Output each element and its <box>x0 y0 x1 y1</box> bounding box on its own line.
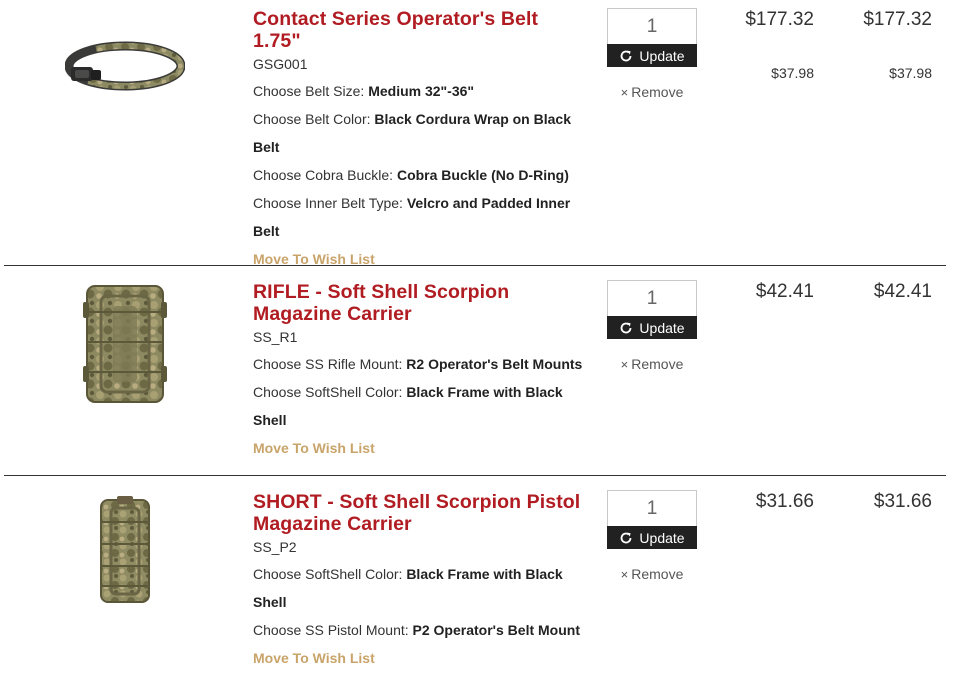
product-thumbnail-rifle-carrier[interactable] <box>40 282 210 406</box>
unit-price: $42.41 <box>755 281 814 302</box>
option-value: R2 Operator's Belt Mounts <box>406 356 583 372</box>
quantity-control: Update ×Remove <box>607 280 697 372</box>
magazine-carrier-image <box>83 285 167 403</box>
magazine-carrier-image <box>100 496 150 603</box>
option-label: Choose Cobra Buckle: <box>253 167 394 183</box>
product-option: Choose Belt Size: Medium 32"-36" <box>253 77 583 105</box>
close-icon: × <box>620 357 629 372</box>
product-info: SHORT - Soft Shell Scorpion Pistol Magaz… <box>253 491 583 672</box>
remove-link[interactable]: × Remove <box>607 356 697 372</box>
product-options: Choose SS Rifle Mount: R2 Operator's Bel… <box>253 350 583 434</box>
cart-item: RIFLE - Soft Shell Scorpion Magazine Car… <box>0 266 960 476</box>
total-price: $31.66 <box>873 491 932 512</box>
update-button[interactable]: Update <box>607 526 697 549</box>
quantity-input[interactable] <box>607 280 697 316</box>
close-icon: × <box>620 85 629 100</box>
product-sku: SS_R1 <box>253 329 298 345</box>
refresh-icon <box>621 50 632 61</box>
option-label: Choose SS Rifle Mount: <box>253 356 403 372</box>
total-price: $177.32 <box>863 9 932 30</box>
quantity-control: Update ×Remove <box>607 8 697 100</box>
option-label: Choose SS Pistol Mount: <box>253 622 409 638</box>
total-price: $42.41 <box>873 281 932 302</box>
product-info: RIFLE - Soft Shell Scorpion Magazine Car… <box>253 281 583 462</box>
option-value: P2 Operator's Belt Mount <box>412 622 580 638</box>
cart-item: SHORT - Soft Shell Scorpion Pistol Magaz… <box>0 476 960 676</box>
option-label: Choose Belt Color: <box>253 111 371 127</box>
unit-price: $31.66 <box>755 491 814 512</box>
move-to-wishlist-link[interactable]: Move To Wish List <box>253 644 583 672</box>
product-option: Choose SS Rifle Mount: R2 Operator's Bel… <box>253 350 583 378</box>
option-label: Choose Belt Size: <box>253 83 365 99</box>
product-option: Choose Inner Belt Type: Velcro and Padde… <box>253 189 583 245</box>
update-label: Update <box>639 319 685 336</box>
move-to-wishlist-link[interactable]: Move To Wish List <box>253 434 583 462</box>
update-button[interactable]: Update <box>607 44 697 67</box>
remove-link[interactable]: × Remove <box>607 84 697 100</box>
update-button[interactable]: Update <box>607 316 697 339</box>
refresh-icon <box>621 322 632 333</box>
close-icon: × <box>620 567 629 582</box>
product-options: Choose SoftShell Color: Black Frame with… <box>253 560 583 644</box>
update-label: Update <box>639 47 685 64</box>
remove-label: Remove <box>631 356 684 372</box>
product-option: Choose Cobra Buckle: Cobra Buckle (No D-… <box>253 161 583 189</box>
product-options: Choose Belt Size: Medium 32"-36" Choose … <box>253 77 583 245</box>
belt-image <box>65 41 185 91</box>
product-thumbnail-belt[interactable] <box>40 32 210 98</box>
remove-link[interactable]: × Remove <box>607 566 697 582</box>
product-sku: GSG001 <box>253 56 308 72</box>
product-name-link[interactable]: SHORT - Soft Shell Scorpion Pistol Magaz… <box>253 491 583 535</box>
unit-price: $177.32 <box>745 9 814 30</box>
option-label: Choose Inner Belt Type: <box>253 195 403 211</box>
refresh-icon <box>621 532 632 543</box>
product-name-link[interactable]: RIFLE - Soft Shell Scorpion Magazine Car… <box>253 281 583 325</box>
product-option: Choose Belt Color: Black Cordura Wrap on… <box>253 105 583 161</box>
quantity-control: Update ×Remove <box>607 490 697 582</box>
option-label: Choose SoftShell Color: <box>253 384 403 400</box>
product-option: Choose SS Pistol Mount: P2 Operator's Be… <box>253 616 583 644</box>
product-name-link[interactable]: Contact Series Operator's Belt 1.75" <box>253 8 583 52</box>
product-option: Choose SoftShell Color: Black Frame with… <box>253 560 583 616</box>
total-sub-price: $37.98 <box>889 65 932 81</box>
quantity-input[interactable] <box>607 8 697 44</box>
product-sku: SS_P2 <box>253 539 297 555</box>
cart-item: Contact Series Operator's Belt 1.75" GSG… <box>0 0 960 267</box>
option-value: Cobra Buckle (No D-Ring) <box>396 167 569 183</box>
remove-label: Remove <box>631 84 684 100</box>
option-label: Choose SoftShell Color: <box>253 566 403 582</box>
update-label: Update <box>639 529 685 546</box>
unit-sub-price: $37.98 <box>771 65 814 81</box>
remove-label: Remove <box>631 566 684 582</box>
product-option: Choose SoftShell Color: Black Frame with… <box>253 378 583 434</box>
option-value: Medium 32"-36" <box>368 83 475 99</box>
product-info: Contact Series Operator's Belt 1.75" GSG… <box>253 8 583 273</box>
product-thumbnail-pistol-carrier[interactable] <box>40 494 210 606</box>
quantity-input[interactable] <box>607 490 697 526</box>
